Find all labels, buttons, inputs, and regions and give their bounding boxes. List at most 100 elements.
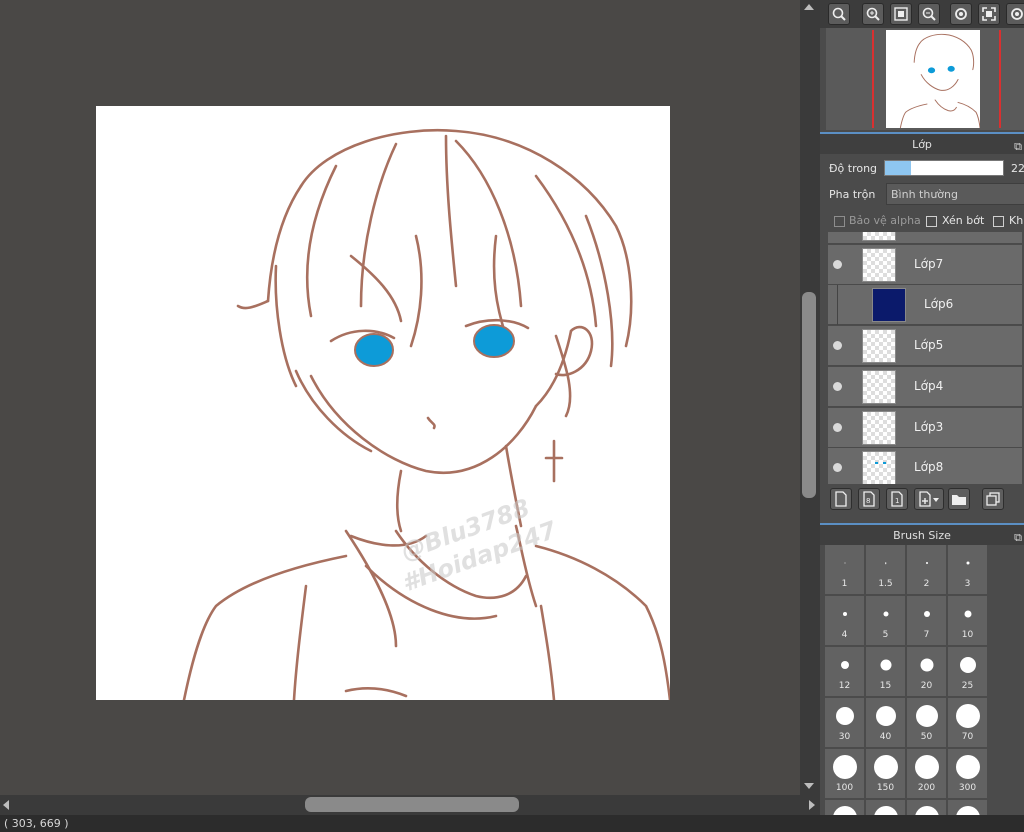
- zoom-in-icon: [866, 7, 880, 21]
- brush-size-option[interactable]: [948, 800, 987, 815]
- brush-size-option[interactable]: 300: [948, 749, 987, 798]
- brush-size-option[interactable]: 70: [948, 698, 987, 747]
- brush-size-option[interactable]: 1.5: [866, 545, 905, 594]
- brush-size-option[interactable]: 2: [907, 545, 946, 594]
- brush-size-option[interactable]: 30: [825, 698, 864, 747]
- svg-text:1: 1: [895, 497, 899, 505]
- brush-dot-icon: [873, 755, 898, 779]
- visibility-eye-icon[interactable]: [833, 382, 842, 391]
- layer-name: Lớp4: [914, 379, 944, 393]
- brush-dot-icon: [925, 562, 928, 564]
- layer-row-lop5[interactable]: Lớp5: [828, 326, 1022, 366]
- layer-row-partial[interactable]: [828, 232, 1022, 244]
- brush-size-label: 15: [879, 681, 892, 691]
- popout-icon[interactable]: ⧉: [1014, 136, 1022, 158]
- brush-size-grid[interactable]: 1 1.5 2 3 4 5 7 10 12 15 20 25 30 40 50 70 100 150 200 300: [820, 545, 1024, 815]
- visibility-eye-icon[interactable]: [833, 423, 842, 432]
- brush-size-option[interactable]: 150: [866, 749, 905, 798]
- zoom-out-button[interactable]: [918, 3, 940, 25]
- layer-panel-title: Lớp: [912, 138, 932, 151]
- layer-thumbnail: [862, 329, 896, 363]
- brush-size-option[interactable]: [907, 800, 946, 815]
- svg-text:8: 8: [866, 497, 870, 505]
- opacity-slider-fill: [885, 161, 911, 175]
- layer-list[interactable]: Lớp7 Lớp6 Lớp5 Lớp4 Lớp3 Lớp8: [820, 232, 1024, 484]
- brush-size-option[interactable]: 25: [948, 647, 987, 696]
- brush-dot-icon: [914, 755, 939, 779]
- layer-row-lop8[interactable]: Lớp8: [828, 448, 1022, 484]
- clipping-label: Xén bớt: [942, 214, 985, 227]
- brush-dot-icon: [875, 706, 896, 726]
- horizontal-scrollbar[interactable]: [0, 795, 820, 815]
- scroll-up-arrow-icon[interactable]: [804, 4, 814, 10]
- layer-thumbnail: [872, 288, 906, 322]
- add-layer-menu-button[interactable]: [914, 488, 944, 510]
- brush-size-label: 12: [838, 681, 851, 691]
- brush-size-label: 4: [841, 630, 848, 640]
- layer-row-lop6[interactable]: Lớp6: [828, 285, 1022, 325]
- horizontal-scroll-thumb[interactable]: [305, 797, 519, 812]
- zoom-fit-button[interactable]: [828, 3, 850, 25]
- opacity-slider[interactable]: [884, 160, 1004, 176]
- vertical-scrollbar[interactable]: [800, 0, 820, 795]
- brush-size-label: 20: [920, 681, 933, 691]
- brush-size-label: 1: [841, 579, 848, 589]
- rotate-left-button[interactable]: [950, 3, 972, 25]
- layer-name: Lớp6: [924, 297, 954, 311]
- clipping-checkbox[interactable]: [926, 216, 937, 227]
- layer-row-lop4[interactable]: Lớp4: [828, 367, 1022, 407]
- duplicate-layer-button[interactable]: [982, 488, 1004, 510]
- new-1bit-layer-button[interactable]: 1: [886, 488, 908, 510]
- brush-size-option[interactable]: 15: [866, 647, 905, 696]
- brush-size-option[interactable]: 12: [825, 647, 864, 696]
- rotate-right-button[interactable]: [1006, 3, 1024, 25]
- brush-dot-icon: [884, 562, 887, 564]
- brush-size-option[interactable]: 1: [825, 545, 864, 594]
- layer-row-lop7[interactable]: Lớp7: [828, 245, 1022, 285]
- brush-size-label: 30: [838, 732, 851, 742]
- zoom-in-button[interactable]: [862, 3, 884, 25]
- brush-dot-icon: [844, 562, 845, 564]
- brush-size-option[interactable]: 100: [825, 749, 864, 798]
- rotate-left-icon: [955, 8, 967, 20]
- brush-size-option[interactable]: 50: [907, 698, 946, 747]
- brush-size-option[interactable]: 5: [866, 596, 905, 645]
- visibility-eye-icon[interactable]: [833, 260, 842, 269]
- scroll-right-arrow-icon[interactable]: [809, 800, 815, 810]
- brush-dot-icon: [955, 755, 980, 779]
- layer-row-lop3[interactable]: Lớp3: [828, 408, 1022, 448]
- fullscreen-icon: [982, 7, 996, 21]
- canvas-area[interactable]: @Blu3788 #Hoidap247: [0, 0, 800, 795]
- brush-size-label: 70: [961, 732, 974, 742]
- new-folder-button[interactable]: [948, 488, 970, 510]
- brush-size-option[interactable]: 40: [866, 698, 905, 747]
- navigator-preview[interactable]: [826, 28, 1024, 130]
- lock-checkbox[interactable]: [993, 216, 1004, 227]
- blend-mode-select[interactable]: Bình thường: [886, 183, 1024, 205]
- protect-alpha-checkbox[interactable]: [834, 216, 845, 227]
- brush-size-option[interactable]: 200: [907, 749, 946, 798]
- brush-size-option[interactable]: 4: [825, 596, 864, 645]
- brush-size-option[interactable]: [825, 800, 864, 815]
- brush-size-option[interactable]: 3: [948, 545, 987, 594]
- visibility-eye-icon[interactable]: [833, 341, 842, 350]
- vertical-scroll-thumb[interactable]: [802, 292, 816, 498]
- brush-size-option[interactable]: [866, 800, 905, 815]
- new-8bit-layer-button[interactable]: 8: [858, 488, 880, 510]
- brush-dot-icon: [873, 806, 898, 815]
- fullscreen-button[interactable]: [978, 3, 1000, 25]
- brush-dot-icon: [840, 661, 849, 669]
- artboard[interactable]: @Blu3788 #Hoidap247: [96, 106, 670, 700]
- scroll-down-arrow-icon[interactable]: [804, 783, 814, 789]
- duplicate-icon: [986, 492, 1000, 506]
- brush-dot-icon: [964, 610, 971, 618]
- brush-dot-icon: [959, 657, 976, 673]
- brush-size-option[interactable]: 7: [907, 596, 946, 645]
- fit-window-button[interactable]: [890, 3, 912, 25]
- new-layer-button[interactable]: [830, 488, 852, 510]
- brush-size-option[interactable]: 20: [907, 647, 946, 696]
- brush-size-option[interactable]: 10: [948, 596, 987, 645]
- scroll-left-arrow-icon[interactable]: [3, 800, 9, 810]
- visibility-eye-icon[interactable]: [833, 463, 842, 472]
- brush-size-label: 40: [879, 732, 892, 742]
